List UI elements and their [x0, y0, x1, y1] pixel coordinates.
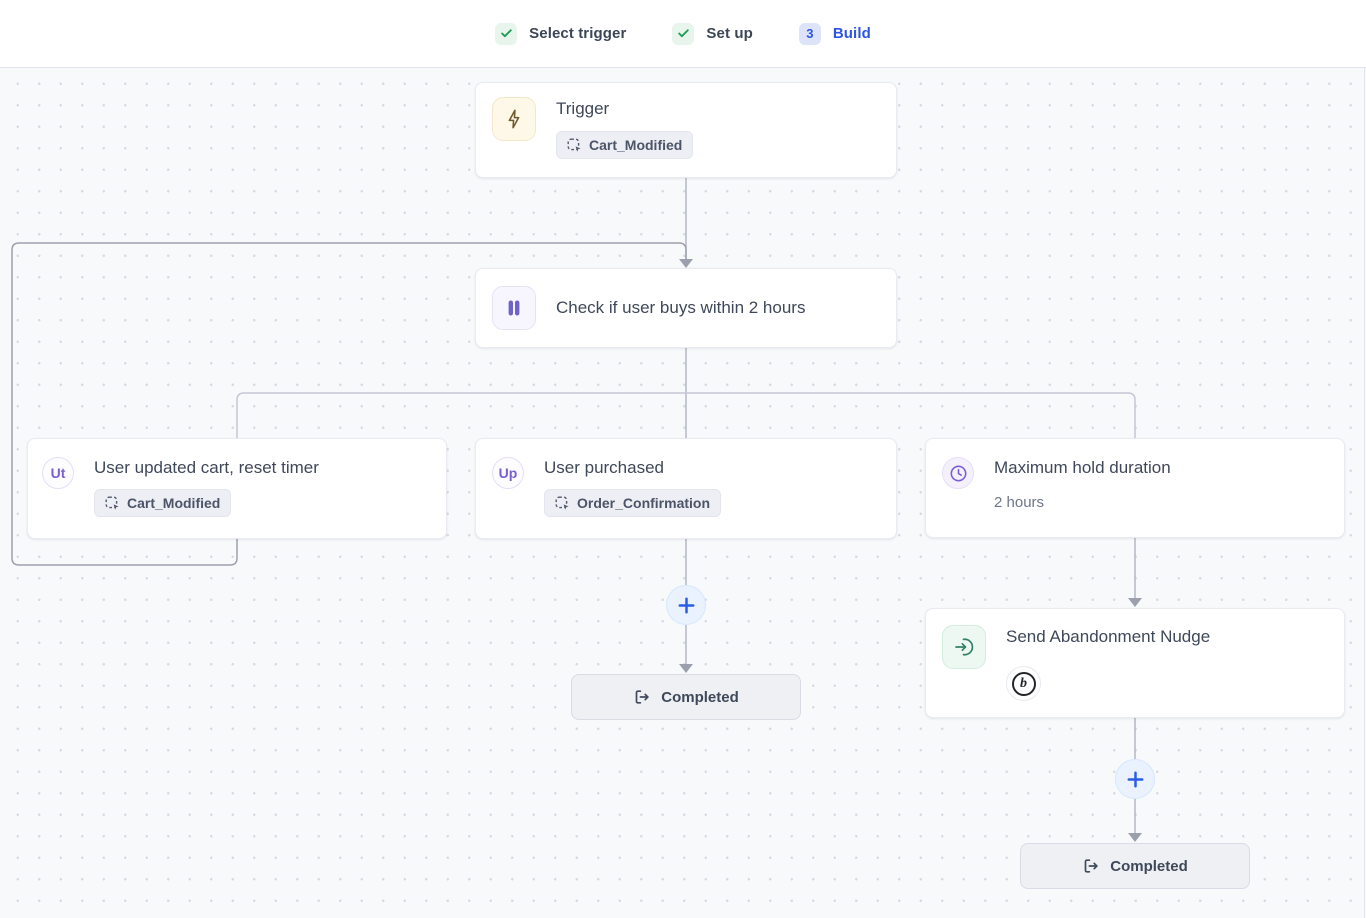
node-send-abandonment-nudge[interactable]: Send Abandonment Nudge b	[925, 608, 1345, 718]
flow-canvas[interactable]: Trigger Cart_Modified Check if user buys…	[0, 68, 1366, 918]
node-title: Send Abandonment Nudge	[1006, 625, 1210, 649]
node-title: User purchased	[544, 456, 721, 480]
clock-icon	[942, 457, 974, 489]
event-tag-label: Cart_Modified	[127, 495, 220, 511]
step-label: Select trigger	[529, 25, 626, 42]
exit-icon	[1082, 857, 1100, 875]
plus-icon	[678, 597, 695, 614]
event-tag: Cart_Modified	[94, 489, 231, 517]
node-completed-nudge[interactable]: Completed	[1020, 843, 1250, 889]
node-title: Maximum hold duration	[994, 456, 1171, 480]
event-tag-label: Cart_Modified	[589, 137, 682, 153]
exit-icon	[633, 688, 651, 706]
node-title: Check if user buys within 2 hours	[556, 296, 805, 320]
step-select-trigger[interactable]: Select trigger	[495, 23, 626, 45]
step-label: Build	[833, 25, 871, 42]
node-completed-purchase[interactable]: Completed	[571, 674, 801, 720]
completed-label: Completed	[661, 689, 739, 706]
event-selector-icon	[105, 496, 120, 511]
check-icon	[672, 23, 694, 45]
node-body: Maximum hold duration 2 hours	[994, 456, 1171, 520]
node-trigger[interactable]: Trigger Cart_Modified	[475, 82, 897, 178]
event-selector-icon	[555, 496, 570, 511]
node-user-updated-cart[interactable]: Ut User updated cart, reset timer Cart_M…	[27, 438, 447, 539]
step-number-badge: 3	[799, 23, 821, 45]
step-label: Set up	[706, 25, 752, 42]
add-step-button[interactable]	[1115, 759, 1155, 799]
step-indicator: Select trigger Set up 3 Build	[495, 23, 871, 45]
event-tag: Order_Confirmation	[544, 489, 721, 517]
add-step-button[interactable]	[666, 585, 706, 625]
step-set-up[interactable]: Set up	[672, 23, 752, 45]
node-title: Trigger	[556, 97, 693, 121]
event-tag-label: Order_Confirmation	[577, 495, 710, 511]
node-user-purchased[interactable]: Up User purchased Order_Confirmation	[475, 438, 897, 539]
event-selector-icon	[567, 138, 582, 153]
node-body: User purchased Order_Confirmation	[544, 456, 721, 521]
check-icon	[495, 23, 517, 45]
node-initials-badge: Ut	[42, 457, 74, 489]
hold-duration-value: 2 hours	[994, 494, 1171, 511]
node-initials-badge: Up	[492, 457, 524, 489]
node-body: Send Abandonment Nudge b	[1006, 625, 1210, 701]
braze-letter: b	[1012, 672, 1036, 696]
lightning-icon	[492, 97, 536, 141]
node-check-wait[interactable]: Check if user buys within 2 hours	[475, 268, 897, 348]
event-tag: Cart_Modified	[556, 131, 693, 159]
braze-logo: b	[1006, 666, 1041, 701]
pause-icon	[492, 286, 536, 330]
node-body: User updated cart, reset timer Cart_Modi…	[94, 456, 319, 521]
node-body: Trigger Cart_Modified	[556, 97, 693, 163]
node-max-hold-duration[interactable]: Maximum hold duration 2 hours	[925, 438, 1345, 538]
completed-label: Completed	[1110, 858, 1188, 875]
enter-arrow-icon	[942, 625, 986, 669]
step-build[interactable]: 3 Build	[799, 23, 871, 45]
builder-header: Select trigger Set up 3 Build	[0, 0, 1366, 68]
node-title: User updated cart, reset timer	[94, 456, 319, 480]
plus-icon	[1127, 771, 1144, 788]
